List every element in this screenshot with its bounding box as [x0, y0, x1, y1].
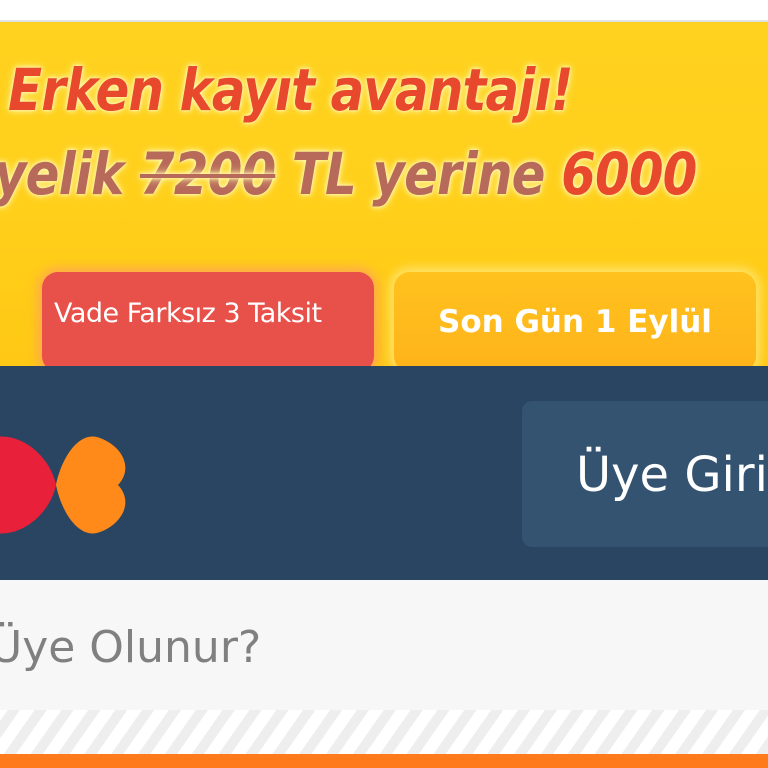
new-price: 6000	[561, 140, 697, 208]
orange-heart-shape	[56, 436, 126, 534]
old-price: 7200	[139, 140, 276, 208]
question-bar: Üye Olunur?	[0, 580, 768, 710]
striped-divider	[0, 710, 768, 754]
promo-banner[interactable]: Erken kayıt avantajı! yelik 7200 TL yeri…	[0, 22, 768, 366]
top-strip	[0, 0, 768, 22]
site-header: Üye Giri	[0, 366, 768, 580]
price-middle: TL yerine	[275, 140, 562, 208]
how-to-join-title: Üye Olunur?	[0, 622, 262, 673]
promo-price-line: yelik 7200 TL yerine 6000	[0, 140, 697, 208]
heart-logo-icon[interactable]	[0, 430, 132, 540]
promo-headline: Erken kayıt avantajı!	[8, 56, 573, 124]
deadline-badge: Son Gün 1 Eylül	[394, 272, 756, 366]
installments-badge: Vade Farksız 3 Taksit	[42, 272, 374, 366]
red-heart-shape	[0, 436, 56, 534]
orange-accent-bar	[0, 754, 768, 768]
login-button[interactable]: Üye Giri	[522, 401, 768, 547]
price-prefix: yelik	[0, 140, 140, 208]
